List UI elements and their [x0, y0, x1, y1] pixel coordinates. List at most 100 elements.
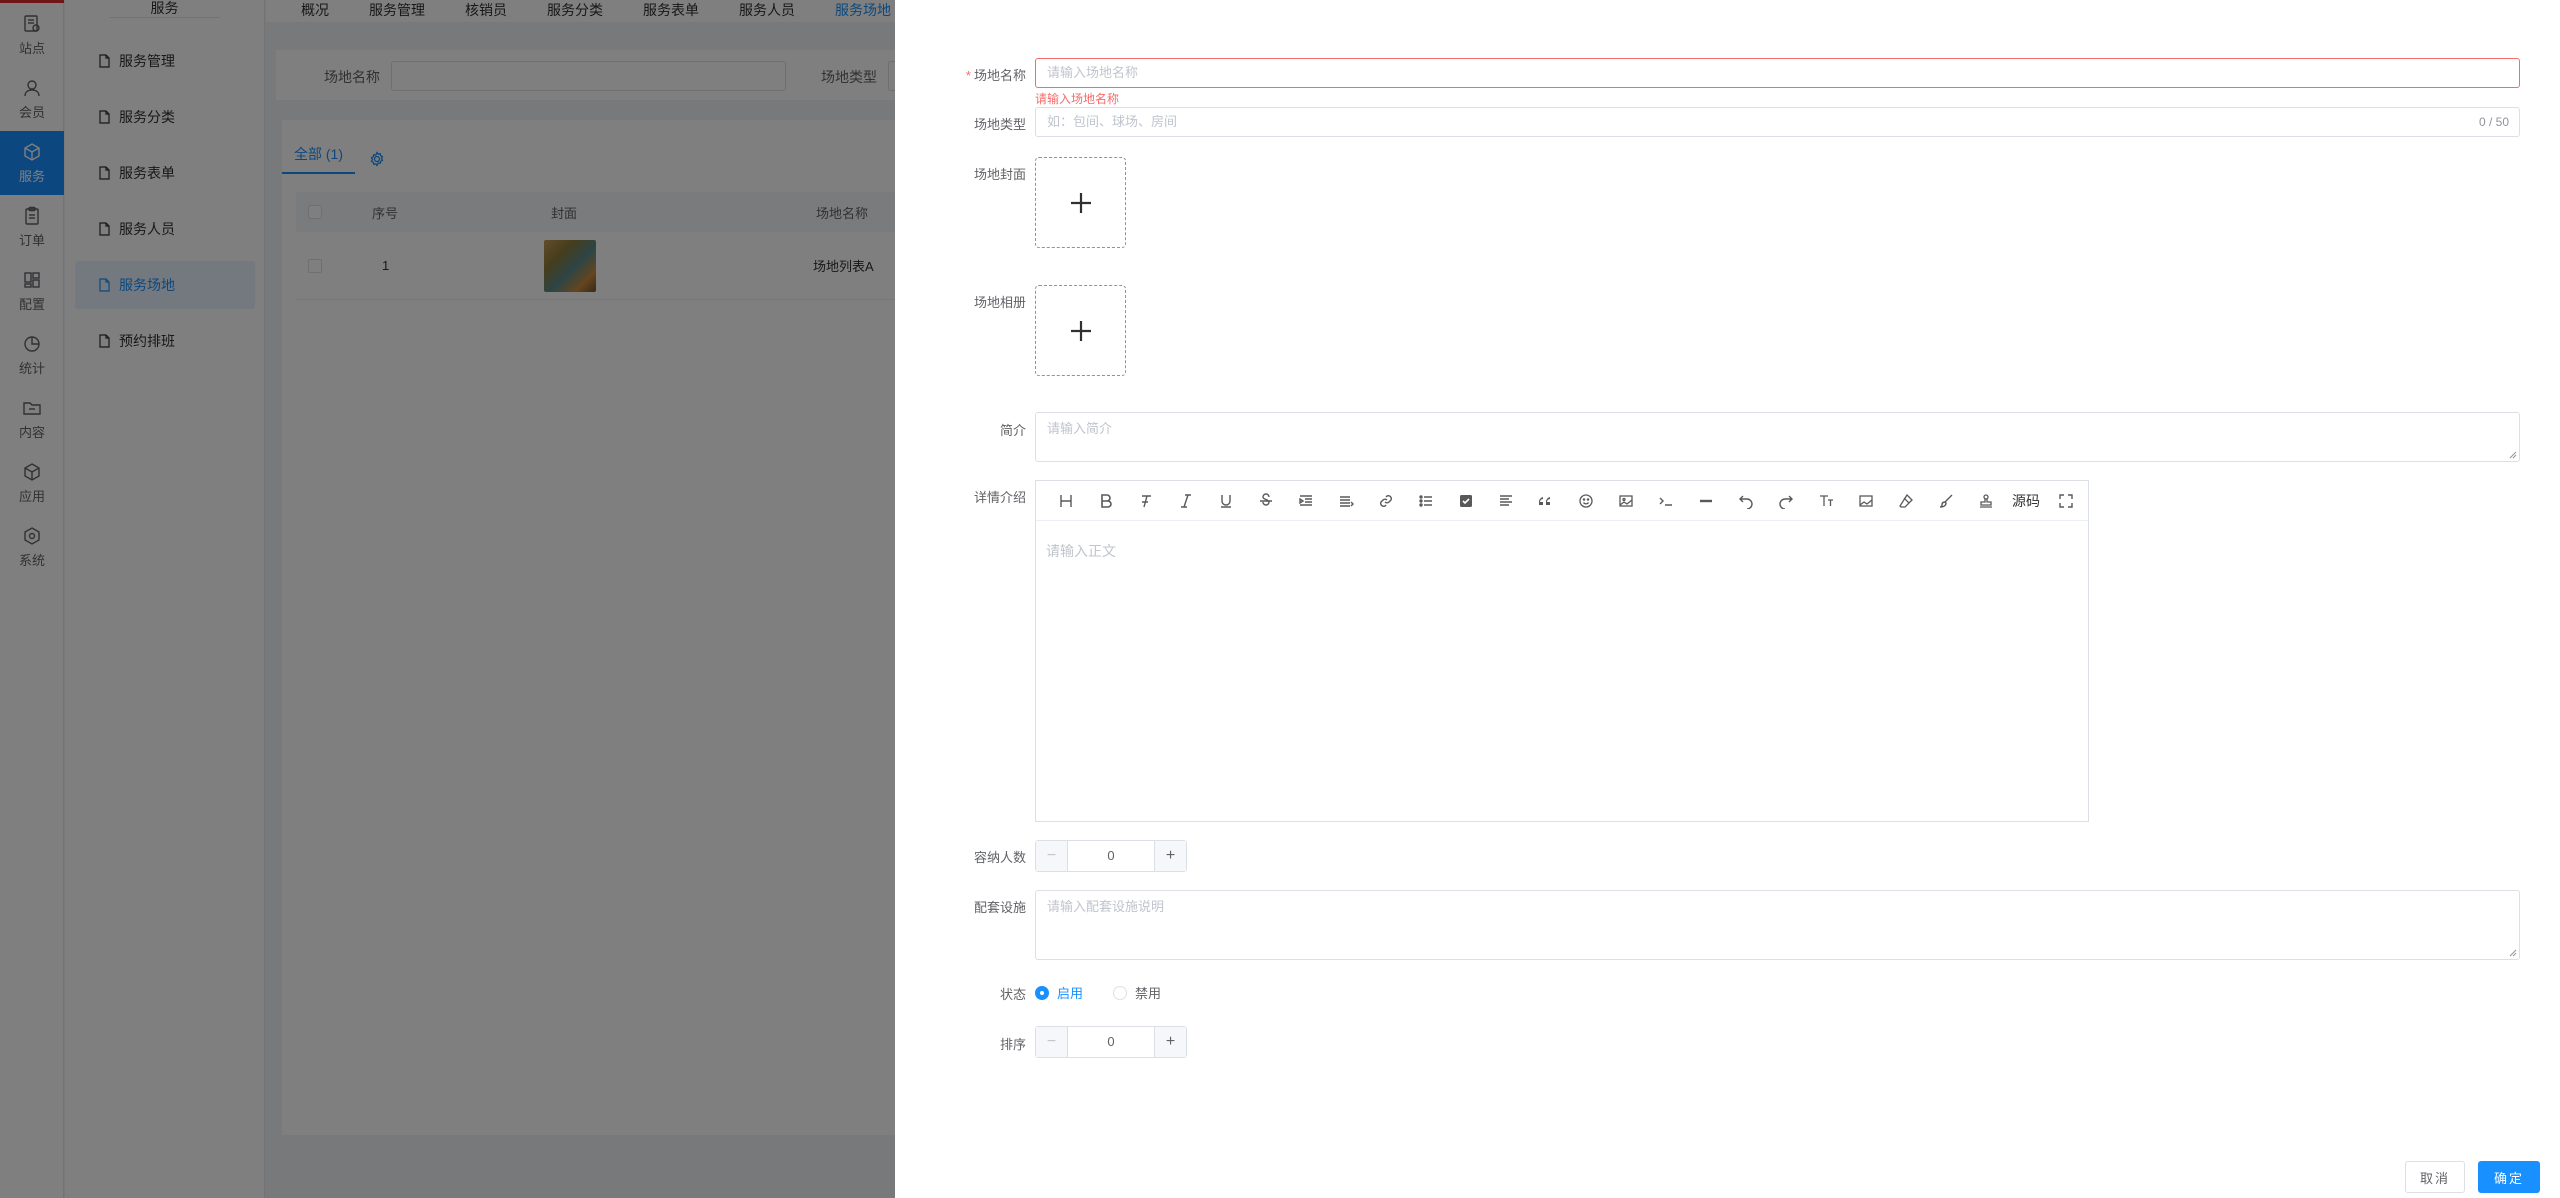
- link-icon: [1380, 494, 1392, 507]
- image-icon: [1619, 494, 1633, 507]
- toolbar-link[interactable]: [1366, 481, 1406, 521]
- status-radio-enabled[interactable]: 启用: [1035, 983, 1083, 1002]
- stamp-icon: [1980, 493, 1992, 508]
- strikethrough-icon: [1260, 492, 1272, 506]
- toolbar-checkbox[interactable]: [1446, 481, 1486, 521]
- heading-icon: [1060, 494, 1072, 507]
- status-radio-disabled[interactable]: 禁用: [1113, 983, 1161, 1002]
- toolbar-undo[interactable]: [1726, 481, 1766, 521]
- sort-stepper[interactable]: − 0 +: [1035, 1026, 1187, 1058]
- bold-icon: [1101, 493, 1112, 508]
- rich-text-editor: 源码 请输入正文: [1035, 480, 2089, 822]
- toolbar-hr[interactable]: [1686, 481, 1726, 521]
- toolbar-code[interactable]: [1646, 481, 1686, 521]
- align-icon: [1340, 495, 1354, 507]
- toolbar-list[interactable]: [1406, 481, 1446, 521]
- intro-placeholder: 请输入简介: [1047, 421, 1113, 436]
- toolbar-indent[interactable]: [1286, 481, 1326, 521]
- capacity-stepper[interactable]: − 0 +: [1035, 840, 1187, 872]
- editor-toolbar: 源码: [1036, 481, 2088, 521]
- quote-icon: [1538, 496, 1550, 505]
- toolbar-image-upload[interactable]: [1846, 481, 1886, 521]
- justify-icon: [1500, 494, 1512, 506]
- toolbar-strikethrough[interactable]: [1246, 481, 1286, 521]
- form-row-cover: 场地封面: [895, 157, 2560, 249]
- capacity-decrement[interactable]: −: [1036, 841, 1068, 871]
- cover-upload[interactable]: [1035, 157, 1126, 248]
- album-upload[interactable]: [1035, 285, 1126, 376]
- char-counter: 0 / 50: [2478, 115, 2509, 129]
- resize-handle-icon[interactable]: [2509, 949, 2517, 957]
- toolbar-redo[interactable]: [1766, 481, 1806, 521]
- toolbar-bold[interactable]: [1086, 481, 1126, 521]
- code-icon: [1659, 497, 1672, 506]
- emoji-icon: [1579, 493, 1593, 508]
- confirm-button[interactable]: 确定: [2478, 1161, 2540, 1193]
- facility-placeholder: 请输入配套设施说明: [1047, 899, 1165, 914]
- toolbar-source[interactable]: 源码: [2006, 481, 2046, 521]
- italic-icon: [1181, 493, 1191, 508]
- toolbar-stamp[interactable]: [1966, 481, 2006, 521]
- album-label: 场地相册: [973, 295, 1026, 310]
- checkbox-icon: [1460, 494, 1472, 507]
- indent-icon: [1299, 494, 1312, 506]
- sort-label: 排序: [999, 1037, 1026, 1052]
- toolbar-brush[interactable]: [1926, 481, 1966, 521]
- venue-type-placeholder: 如：包间、球场、房间: [1047, 114, 1178, 129]
- toolbar-image[interactable]: [1606, 481, 1646, 521]
- radio-indicator: [1035, 985, 1049, 1000]
- resize-handle-icon[interactable]: [2509, 451, 2517, 459]
- name-label: * 场地名称: [965, 68, 1026, 83]
- status-enabled-label: 启用: [1057, 986, 1084, 1001]
- hr-icon: [1700, 499, 1712, 502]
- toolbar-quote[interactable]: [1526, 481, 1566, 521]
- status-label: 状态: [999, 987, 1026, 1002]
- plus-icon: [1070, 320, 1091, 341]
- name-error-message: 请输入场地名称: [1035, 92, 1120, 106]
- toolbar-emoji[interactable]: [1566, 481, 1606, 521]
- intro-textarea[interactable]: 请输入简介: [1035, 412, 2520, 462]
- clear-format-icon: [1142, 494, 1151, 507]
- form-row-type: 场地类型 如：包间、球场、房间 0 / 50: [895, 107, 2560, 137]
- toolbar-italic[interactable]: [1166, 481, 1206, 521]
- toolbar-justify[interactable]: [1486, 481, 1526, 521]
- venue-name-input[interactable]: 请输入场地名称: [1035, 58, 2520, 88]
- font-size-icon: [1820, 494, 1833, 506]
- intro-label: 简介: [999, 423, 1026, 438]
- toolbar-align[interactable]: [1326, 481, 1366, 521]
- capacity-value[interactable]: 0: [1068, 841, 1154, 871]
- venue-form-drawer: * 场地名称 请输入场地名称 请输入场地名称 场地类型 如：包间、球场、房间 0 …: [895, 0, 2560, 1198]
- redo-icon: [1779, 495, 1793, 509]
- toolbar-heading[interactable]: [1046, 481, 1086, 521]
- editor-placeholder[interactable]: 请输入正文: [1046, 541, 1116, 561]
- toolbar-fullscreen[interactable]: [2046, 481, 2086, 521]
- facility-textarea[interactable]: 请输入配套设施说明: [1035, 890, 2520, 960]
- form-row-name: * 场地名称 请输入场地名称 请输入场地名称: [895, 58, 2560, 106]
- fullscreen-icon: [2059, 493, 2073, 508]
- radio-indicator: [1113, 985, 1127, 1000]
- cancel-button[interactable]: 取消: [2405, 1161, 2465, 1193]
- venue-type-input[interactable]: 如：包间、球场、房间 0 / 50: [1035, 107, 2520, 137]
- toolbar-underline[interactable]: [1206, 481, 1246, 521]
- form-row-intro: 简介 请输入简介: [895, 412, 2560, 464]
- venue-name-placeholder: 请输入场地名称: [1047, 65, 1139, 80]
- status-disabled-label: 禁用: [1135, 986, 1162, 1001]
- toolbar-clear-format[interactable]: [1126, 481, 1166, 521]
- toolbar-eraser[interactable]: [1886, 481, 1926, 521]
- capacity-label: 容纳人数: [973, 850, 1026, 865]
- list-icon: [1419, 494, 1432, 507]
- image-upload-icon: [1859, 494, 1873, 507]
- sort-value[interactable]: 0: [1068, 1027, 1154, 1057]
- sort-increment[interactable]: +: [1154, 1027, 1186, 1057]
- type-label: 场地类型: [973, 117, 1026, 132]
- underline-icon: [1221, 494, 1231, 508]
- required-mark: *: [965, 68, 971, 83]
- facility-label: 配套设施: [973, 900, 1026, 915]
- capacity-increment[interactable]: +: [1154, 841, 1186, 871]
- detail-label: 详情介绍: [973, 490, 1026, 505]
- toolbar-font-size[interactable]: [1806, 481, 1846, 521]
- undo-icon: [1739, 495, 1753, 509]
- eraser-icon: [1899, 493, 1913, 508]
- brush-icon: [1939, 494, 1953, 508]
- sort-decrement[interactable]: −: [1036, 1027, 1068, 1057]
